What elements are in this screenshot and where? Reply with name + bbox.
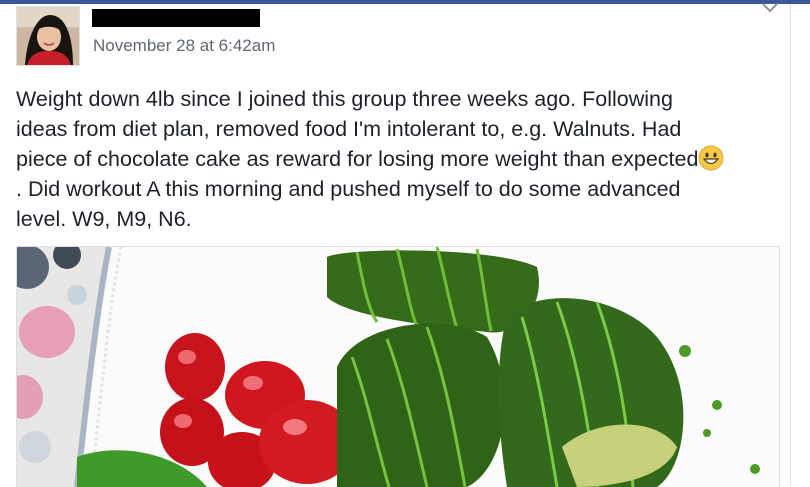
grinning-face-emoji-icon <box>698 145 724 171</box>
chevron-down-icon[interactable] <box>760 2 780 14</box>
author-name-redacted[interactable] <box>92 9 260 27</box>
avatar-photo <box>17 7 79 65</box>
post-text-line: Weight down 4lb since I joined this grou… <box>16 87 673 111</box>
post-text-line: . Did workout A this morning and pushed … <box>16 177 681 201</box>
post-text-line: ideas from diet plan, removed food I'm i… <box>16 117 682 141</box>
post-timestamp[interactable]: November 28 at 6:42am <box>93 36 275 56</box>
post-text-line: piece of chocolate cake as reward for lo… <box>16 147 699 171</box>
post-text-line: level. W9, M9, N6. <box>16 207 192 231</box>
author-avatar[interactable] <box>16 6 80 66</box>
food-plate-image <box>17 247 779 487</box>
post-body: Weight down 4lb since I joined this grou… <box>16 84 786 234</box>
post-photo[interactable] <box>16 246 780 487</box>
